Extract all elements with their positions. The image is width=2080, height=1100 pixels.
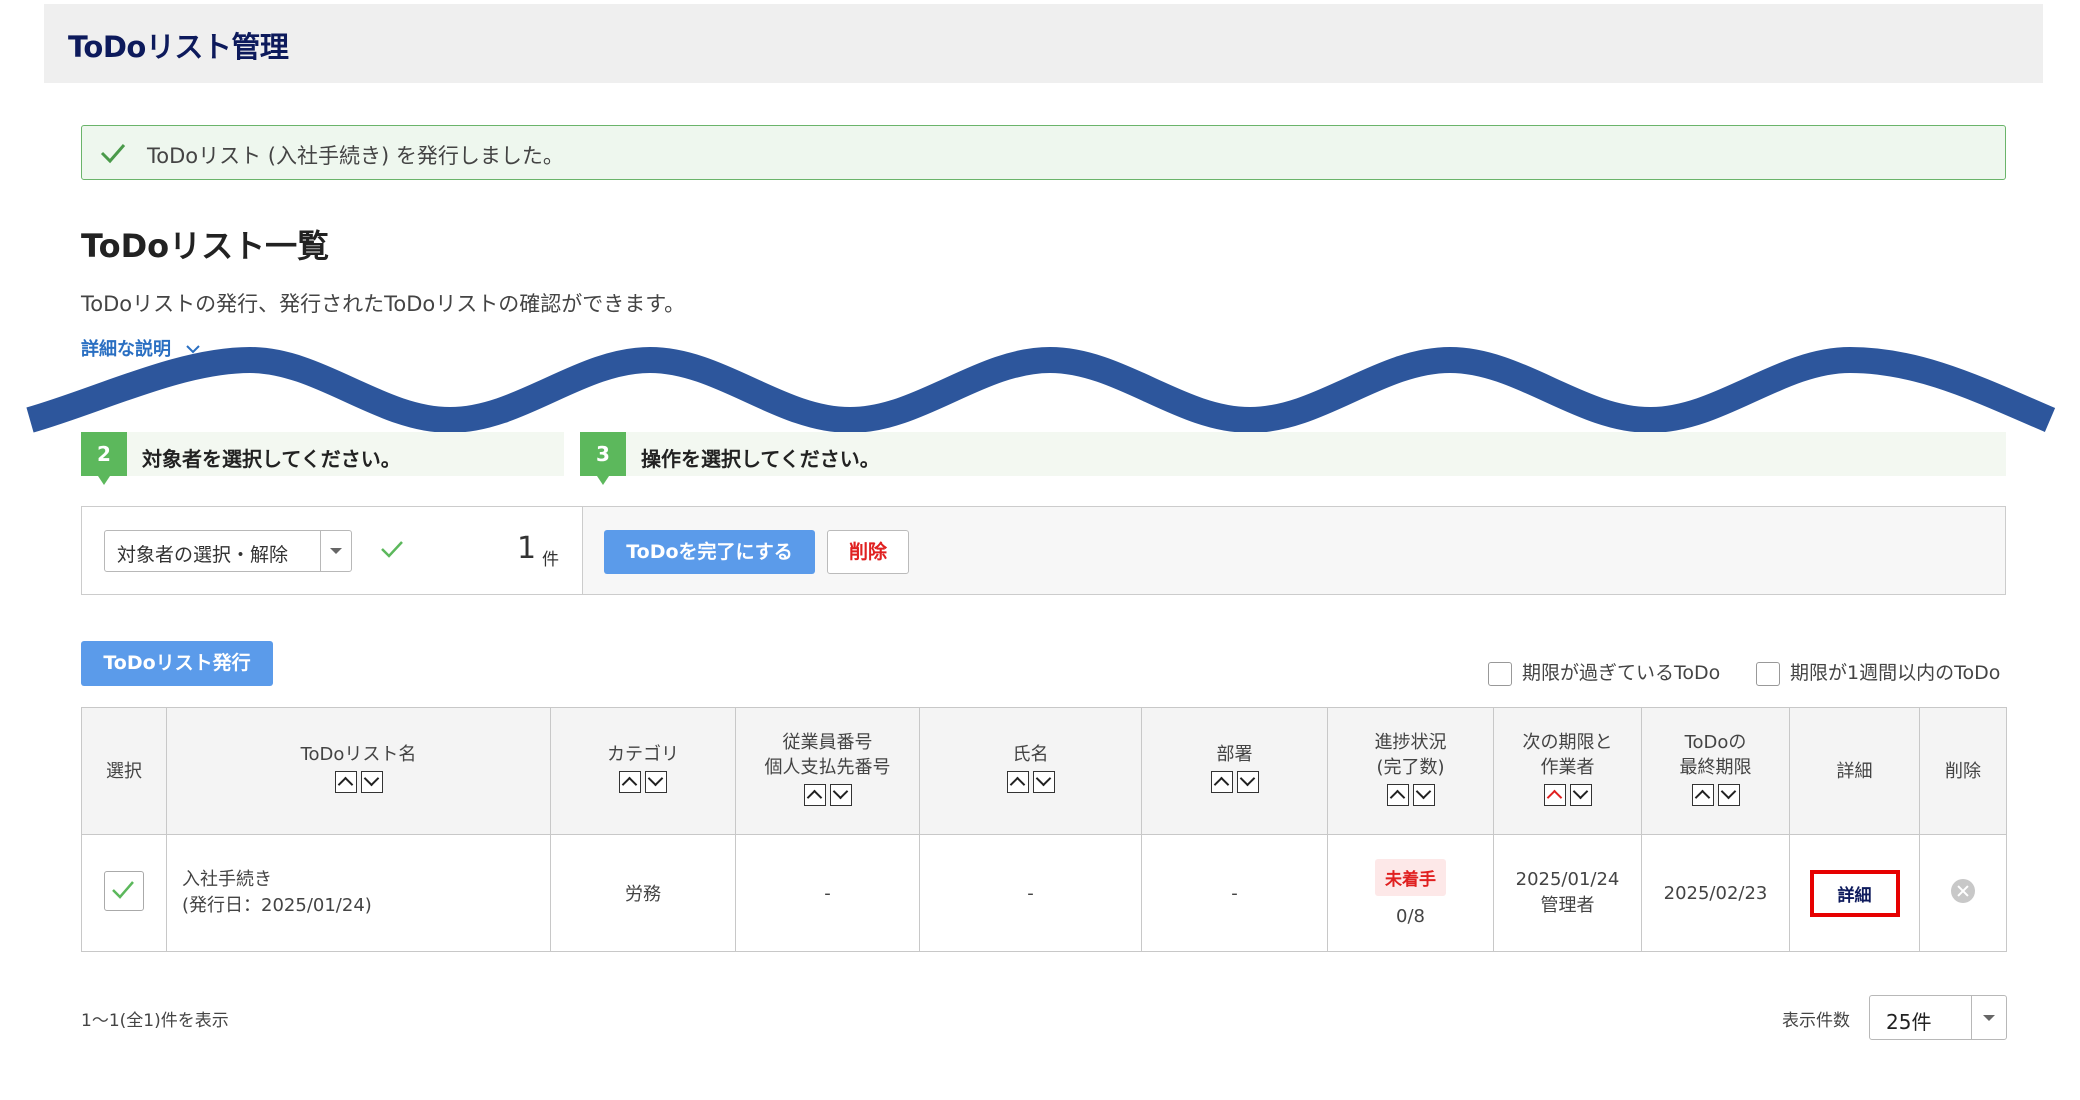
issue-todo-list-button[interactable]: ToDoリスト発行 xyxy=(81,641,273,686)
progress-count: 0/8 xyxy=(1396,906,1425,927)
step-number: 3 xyxy=(580,432,626,485)
next-deadline-date: 2025/01/24 xyxy=(1515,869,1620,890)
sort-controls xyxy=(803,783,852,806)
row-select-checkbox[interactable] xyxy=(104,870,144,911)
sort-asc-icon[interactable] xyxy=(334,771,357,793)
col-employee-number: 従業員番号 個人支払先番号 xyxy=(735,707,920,835)
sort-controls xyxy=(334,771,383,793)
next-worker: 管理者 xyxy=(1540,895,1595,916)
filter-label: 期限が過ぎているToDo xyxy=(1522,662,1721,684)
dropdown-arrow-icon[interactable] xyxy=(1971,996,2006,1039)
col-category: カテゴリ xyxy=(550,707,736,835)
sort-desc-icon[interactable] xyxy=(1569,783,1592,806)
sort-asc-icon[interactable] xyxy=(1543,783,1566,806)
step-number: 2 xyxy=(81,432,127,485)
issued-date: (発行日：2025/01/24) xyxy=(182,895,372,916)
per-page-value: 25件 xyxy=(1886,1010,1932,1034)
operation-panel: 対象者の選択・解除 1 件 xyxy=(81,506,2006,595)
sort-desc-icon[interactable] xyxy=(1236,771,1259,793)
alert-message: ToDoリスト (入社手続き) を発行しました。 xyxy=(147,144,564,168)
person-name-cell: - xyxy=(919,834,1142,952)
step-2-banner: 2 対象者を選択してください。 xyxy=(81,432,564,485)
sort-asc-icon[interactable] xyxy=(803,783,826,806)
col-detail: 詳細 xyxy=(1789,707,1920,835)
sort-controls xyxy=(1210,771,1259,793)
table-row: 入社手続き (発行日：2025/01/24) 労務 - - - 未着手 0/8 … xyxy=(81,834,2007,952)
detail-cell: 詳細 xyxy=(1789,834,1920,952)
target-select-label: 対象者の選択・解除 xyxy=(117,544,289,566)
sort-controls xyxy=(1543,783,1592,806)
table-header-row: 選択 ToDoリスト名 カテゴリ 従業員番号 個人支払先番号 氏名 部署 進捗状… xyxy=(81,707,2007,835)
sort-controls xyxy=(1691,783,1740,806)
delete-cell xyxy=(1919,834,2007,952)
sort-controls xyxy=(1006,771,1055,793)
todo-name: 入社手続き xyxy=(182,869,272,890)
check-icon xyxy=(100,144,126,164)
delete-icon[interactable] xyxy=(1951,878,1975,903)
step-3-banner: 3 操作を選択してください。 xyxy=(580,432,2006,485)
delete-button[interactable]: 削除 xyxy=(827,530,909,574)
selected-count: 1 xyxy=(517,531,537,566)
progress-cell: 未着手 0/8 xyxy=(1327,834,1494,952)
per-page-select[interactable]: 25件 xyxy=(1869,995,2007,1040)
col-person-name: 氏名 xyxy=(919,707,1142,835)
col-progress: 進捗状況 (完了数) xyxy=(1327,707,1494,835)
sort-asc-icon[interactable] xyxy=(1691,783,1714,806)
sort-desc-icon[interactable] xyxy=(1412,783,1435,806)
check-icon xyxy=(381,541,403,558)
filter-overdue[interactable]: 期限が過ぎているToDo xyxy=(1488,658,1720,686)
todo-name-cell: 入社手続き (発行日：2025/01/24) xyxy=(166,834,551,952)
selected-count-unit: 件 xyxy=(542,550,559,570)
sort-desc-icon[interactable] xyxy=(1717,783,1740,806)
sort-controls xyxy=(1386,783,1435,806)
col-final-deadline: ToDoの 最終期限 xyxy=(1641,707,1790,835)
within-week-checkbox[interactable] xyxy=(1756,661,1780,686)
department-cell: - xyxy=(1141,834,1328,952)
final-deadline-cell: 2025/02/23 xyxy=(1641,834,1790,952)
sort-controls xyxy=(619,771,667,793)
col-next-deadline: 次の期限と 作業者 xyxy=(1493,707,1642,835)
sort-desc-icon[interactable] xyxy=(645,771,667,793)
employee-number-cell: - xyxy=(735,834,920,952)
overdue-checkbox[interactable] xyxy=(1488,661,1512,686)
sort-desc-icon[interactable] xyxy=(829,783,852,806)
sort-desc-icon[interactable] xyxy=(1032,771,1055,793)
detail-button[interactable]: 詳細 xyxy=(1809,869,1900,917)
category-cell: 労務 xyxy=(550,834,736,952)
page-title: ToDoリスト一覧 xyxy=(81,227,330,265)
next-deadline-cell: 2025/01/24 管理者 xyxy=(1493,834,1642,952)
sort-asc-icon[interactable] xyxy=(1210,771,1233,793)
step-label: 対象者を選択してください。 xyxy=(142,447,401,471)
col-delete: 削除 xyxy=(1919,707,2007,835)
step-label: 操作を選択してください。 xyxy=(641,447,880,471)
filter-within-week[interactable]: 期限が1週間以内のToDo xyxy=(1756,658,2000,686)
status-badge: 未着手 xyxy=(1375,859,1446,896)
target-select[interactable]: 対象者の選択・解除 xyxy=(104,530,352,572)
target-panel: 対象者の選択・解除 1 件 xyxy=(82,507,583,594)
col-department: 部署 xyxy=(1141,707,1328,835)
page-header: ToDoリスト管理 xyxy=(44,4,2043,83)
sort-desc-icon[interactable] xyxy=(360,771,383,793)
app-title: ToDoリスト管理 xyxy=(68,30,289,64)
todo-list-table: 選択 ToDoリスト名 カテゴリ 従業員番号 個人支払先番号 氏名 部署 進捗状… xyxy=(81,707,2007,952)
col-name: ToDoリスト名 xyxy=(166,707,551,835)
select-cell xyxy=(81,834,167,952)
filter-label: 期限が1週間以内のToDo xyxy=(1790,662,2001,684)
page-description: ToDoリストの発行、発行されたToDoリストの確認ができます。 xyxy=(81,292,686,316)
complete-todo-button[interactable]: ToDoを完了にする xyxy=(604,530,815,574)
check-icon xyxy=(112,880,134,899)
dropdown-arrow-icon[interactable] xyxy=(320,531,351,571)
col-select: 選択 xyxy=(81,707,167,835)
sort-asc-icon[interactable] xyxy=(1386,783,1409,806)
sort-asc-icon[interactable] xyxy=(1006,771,1029,793)
per-page-label: 表示件数 xyxy=(1782,1011,1850,1031)
result-count: 1～1(全1)件を表示 xyxy=(81,1011,229,1031)
success-alert: ToDoリスト (入社手続き) を発行しました。 xyxy=(81,125,2006,180)
sort-asc-icon[interactable] xyxy=(619,771,641,793)
